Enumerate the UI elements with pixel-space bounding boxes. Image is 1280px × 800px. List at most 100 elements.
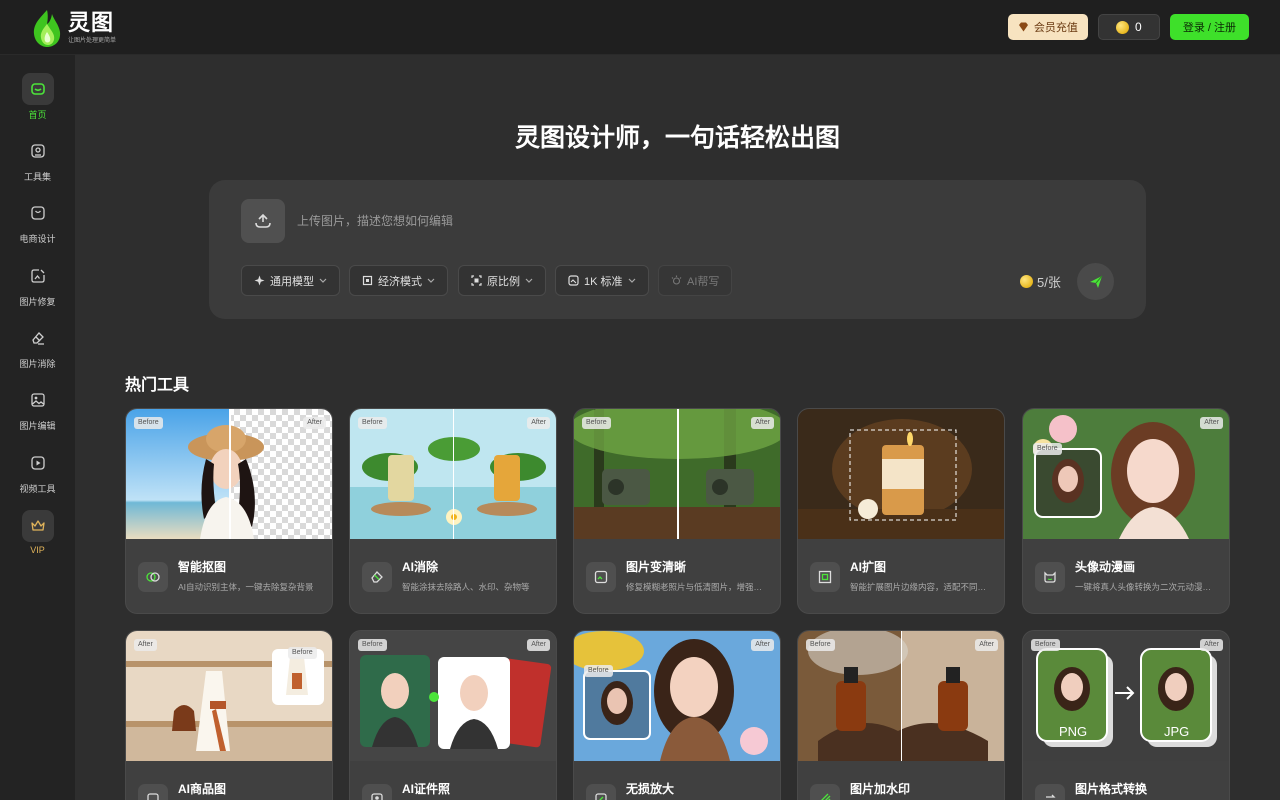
sidebar-item-eraser[interactable]: 图片消除 [0, 322, 75, 378]
expand-icon [810, 562, 840, 592]
image-enhance-icon [586, 562, 616, 592]
mode-label: 经济模式 [378, 275, 422, 288]
brand-name: 灵图 [68, 10, 115, 35]
anime-face-icon [1035, 562, 1065, 592]
video-icon [22, 447, 54, 479]
model-select[interactable]: 通用模型 [241, 265, 340, 296]
upscale-icon [586, 784, 616, 800]
tool-card-anime-avatar[interactable]: Before After 头像动漫画 一键将真人头像转换为二次元动漫风格 [1022, 408, 1230, 614]
diamond-icon [1018, 22, 1028, 32]
upload-icon [255, 213, 271, 228]
format-to-label: JPG [1164, 724, 1190, 739]
sidebar-label: 视频工具 [19, 484, 56, 494]
card-title: AI商品图 [178, 782, 227, 796]
tool-card-cutout[interactable]: Before After 智能抠图 AI自动识别主体，一键去除复杂背景 [125, 408, 333, 614]
after-tag: After [527, 639, 550, 651]
ai-write-button[interactable]: AI帮写 [658, 265, 733, 296]
before-tag: Before [134, 417, 163, 429]
before-tag: Before [358, 639, 387, 651]
flame-logo-icon [33, 10, 61, 47]
before-tag: Before [358, 417, 387, 429]
card-title: 图片格式转换 [1075, 782, 1148, 796]
tool-card-enhance[interactable]: Before After 图片变清晰 修复模糊老照片与低清图片，增强细节 [573, 408, 781, 614]
image-repair-icon [22, 260, 54, 292]
card-title: 无损放大 [626, 782, 675, 796]
tool-card-watermark[interactable]: Before After 图片加水印 [797, 630, 1005, 800]
sidebar-item-toolbox[interactable]: 工具集 [0, 135, 75, 191]
chevron-down-icon [628, 278, 635, 283]
shopping-bag-icon [22, 197, 54, 229]
card-desc: 一键将真人头像转换为二次元动漫风格 [1075, 582, 1215, 592]
sidebar-item-video[interactable]: 视频工具 [0, 447, 75, 503]
image-edit-icon [22, 384, 54, 416]
chevron-down-icon [427, 278, 435, 283]
ai-write-icon [671, 275, 682, 285]
eraser-icon [22, 322, 54, 354]
prompt-input[interactable] [297, 211, 897, 231]
after-tag: After [303, 417, 326, 429]
cost-value: 5/张 [1037, 275, 1061, 290]
before-tag: Before [806, 639, 835, 651]
before-tag: Before [582, 417, 611, 429]
model-icon [254, 275, 265, 286]
sidebar-label: 电商设计 [19, 234, 56, 244]
tool-card-format-convert[interactable]: Before After PNG JPG 图片格式转换 [1022, 630, 1230, 800]
before-tag: Before [1031, 639, 1060, 651]
eraser-icon [362, 562, 392, 592]
ratio-select[interactable]: 原比例 [458, 265, 546, 296]
mode-icon [362, 275, 373, 286]
sidebar-item-image-repair[interactable]: 图片修复 [0, 260, 75, 316]
vip-recharge-label: 会员充值 [1033, 22, 1078, 34]
card-desc: 修复模糊老照片与低清图片，增强细节 [626, 582, 766, 592]
tool-card-upscale[interactable]: Before After 无损放大 [573, 630, 781, 800]
sidebar-item-home[interactable]: 首页 [0, 73, 75, 129]
sidebar-label: VIP [30, 545, 45, 555]
sidebar-item-vip[interactable]: VIP [0, 510, 75, 566]
ratio-icon [471, 275, 482, 286]
before-tag: Before [288, 647, 317, 659]
after-tag: After [751, 417, 774, 429]
home-icon [21, 73, 54, 105]
upload-image-button[interactable] [241, 199, 285, 243]
convert-icon [1035, 784, 1065, 800]
tool-card-ai-expand[interactable]: Before AI扩图 智能扩展图片边缘内容，适配不同尺寸 [797, 408, 1005, 614]
tool-card-product-image[interactable]: After Before AI商品图 [125, 630, 333, 800]
sidebar-item-ecommerce[interactable]: 电商设计 [0, 197, 75, 253]
coin-balance: 0 [1134, 20, 1142, 34]
sidebar: 首页 工具集 电商设计 图片修复 图片消除 图片编辑 视频工具 VIP [0, 55, 75, 800]
sidebar-label: 首页 [28, 110, 47, 120]
card-desc: 智能涂抹去除路人、水印、杂物等 [402, 582, 530, 592]
brand-logo[interactable]: 灵图 让图片处理更简单 [30, 8, 116, 48]
brand-tagline: 让图片处理更简单 [68, 38, 117, 44]
login-register-button[interactable]: 登录 / 注册 [1169, 14, 1249, 40]
card-title: AI消除 [402, 560, 439, 574]
after-tag: After [975, 639, 998, 651]
top-header: 灵图 让图片处理更简单 会员充值 0 登录 / 注册 [0, 0, 1280, 55]
resolution-select[interactable]: 1K 标准 [555, 265, 649, 296]
card-image: Before After [126, 409, 332, 539]
send-button[interactable] [1077, 263, 1114, 300]
page-title: 灵图设计师，一句话轻松出图 [514, 124, 840, 152]
after-tag: After [527, 417, 550, 429]
coin-balance-button[interactable]: 0 [1097, 14, 1160, 40]
sidebar-label: 工具集 [23, 172, 51, 182]
send-icon [1089, 275, 1102, 288]
resolution-icon [568, 275, 579, 286]
after-tag: After [751, 639, 774, 651]
sidebar-label: 图片编辑 [19, 421, 56, 431]
model-label: 通用模型 [270, 275, 314, 288]
watermark-icon [810, 784, 840, 800]
generation-cost: 5/张 [1020, 272, 1061, 291]
chevron-down-icon [319, 278, 327, 283]
tool-card-ai-erase[interactable]: Before After AI消除 智能涂抹去除路人、水印、杂物等 [349, 408, 557, 614]
mode-select[interactable]: 经济模式 [349, 265, 448, 296]
format-from-label: PNG [1059, 724, 1088, 739]
tool-card-id-photo[interactable]: Before After AI证件照 [349, 630, 557, 800]
card-desc: AI自动识别主体，一键去除复杂背景 [178, 582, 314, 592]
card-title: 头像动漫画 [1075, 560, 1136, 574]
crown-icon [21, 510, 54, 542]
after-tag: After [1200, 639, 1223, 651]
card-title: 图片变清晰 [626, 560, 687, 574]
vip-recharge-button[interactable]: 会员充值 [1007, 14, 1088, 40]
sidebar-item-image-edit[interactable]: 图片编辑 [0, 384, 75, 440]
